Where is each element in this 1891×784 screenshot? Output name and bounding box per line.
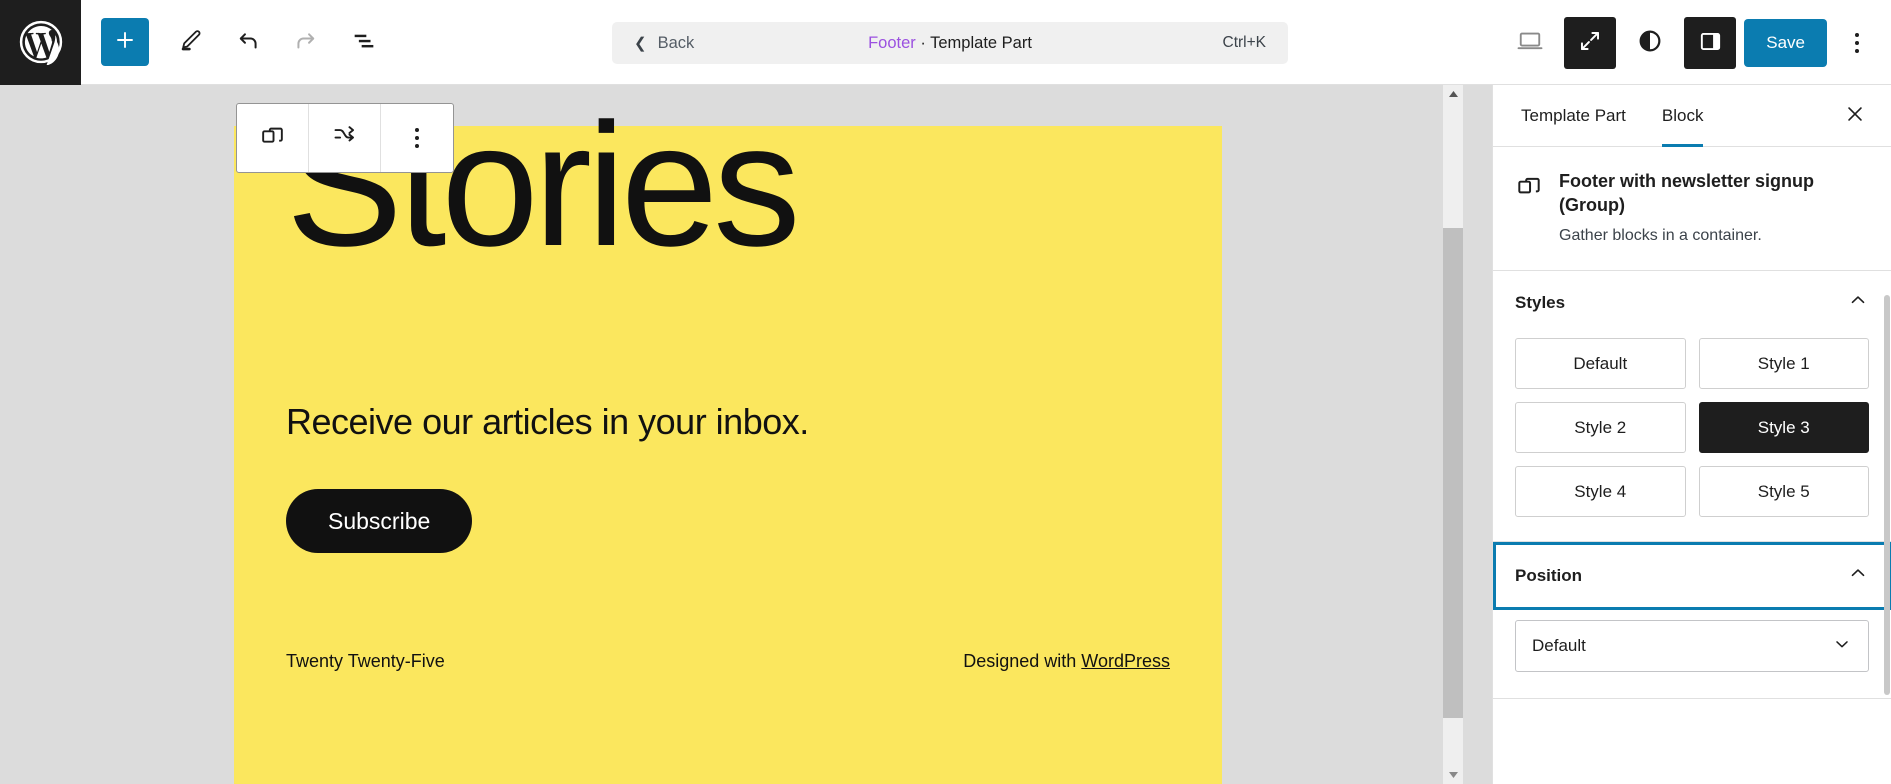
settings-sidebar-toggle[interactable] [1684,16,1737,69]
contrast-circle-icon [1636,27,1664,58]
edit-tool-button[interactable] [161,13,219,71]
scroll-up-arrow-icon[interactable] [1443,85,1463,103]
styles-panel-title: Styles [1515,292,1566,312]
header-left-tools [81,13,393,71]
expand-corners-icon [1577,28,1603,57]
back-label: Back [657,33,695,52]
style-option-style-5[interactable]: Style 5 [1698,466,1869,518]
canvas-scrollbar-thumb[interactable] [1443,228,1463,718]
command-bar-title-accent: Footer [868,33,916,52]
footer-credits-row: Twenty Twenty-Five Designed with WordPre… [286,651,1170,672]
view-device-button[interactable] [1504,17,1556,69]
command-bar-wrap: ❮ Back Footer · Template Part Ctrl+K [612,22,1288,64]
command-bar-shortcut: Ctrl+K [1222,34,1267,51]
redo-arrow-icon [292,27,320,58]
editor-canvas[interactable]: Stories Receive our articles in your inb… [0,85,1492,784]
block-card: Footer with newsletter signup (Group) Ga… [1493,147,1891,272]
group-blocks-icon [259,122,286,154]
list-view-icon [350,27,378,58]
save-button[interactable]: Save [1744,18,1827,67]
shuffle-button[interactable] [309,104,381,172]
styles-panel-header[interactable]: Styles [1493,271,1891,334]
sidebar-tabs: Template Part Block [1493,85,1891,147]
kebab-menu-icon [415,128,419,148]
style-option-style-1[interactable]: Style 1 [1698,338,1869,390]
subheading-text[interactable]: Receive our articles in your inbox. [286,401,809,443]
footer-designed-with-prefix: Designed with [963,651,1082,671]
header-right-tools: Save [1504,0,1879,85]
style-option-default[interactable]: Default [1515,338,1686,390]
wordpress-site-editor: ❮ Back Footer · Template Part Ctrl+K Sav… [0,0,1891,784]
block-options-button[interactable] [381,104,453,172]
close-icon [1844,103,1866,128]
block-type-button[interactable] [237,104,309,172]
chevron-down-icon [1832,634,1852,659]
style-option-style-2[interactable]: Style 2 [1515,402,1686,454]
close-sidebar-button[interactable] [1833,94,1877,138]
canvas-scrollbar[interactable] [1439,85,1465,784]
pencil-icon [177,27,204,57]
tab-block[interactable]: Block [1644,85,1722,147]
laptop-icon [1515,26,1545,59]
more-options-button[interactable] [1835,17,1879,69]
editor-header: ❮ Back Footer · Template Part Ctrl+K Sav… [0,0,1891,85]
chevron-up-icon[interactable] [1847,289,1869,316]
position-panel: Position [1493,542,1891,611]
tab-template-part[interactable]: Template Part [1503,85,1644,146]
command-bar-title: Footer · Template Part [612,34,1288,53]
chevron-left-icon: ❮ [634,34,647,52]
add-block-button[interactable] [101,18,149,66]
position-panel-title: Position [1515,565,1583,585]
chevron-up-icon[interactable] [1847,562,1869,589]
footer-template-part-block[interactable]: Stories Receive our articles in your inb… [234,98,1222,784]
undo-button[interactable] [219,13,277,71]
zoom-out-button[interactable] [1564,16,1617,69]
settings-sidebar: Template Part Block Footer with newslett… [1492,85,1891,784]
kebab-menu-icon [1855,32,1859,53]
wordpress-logo-icon [18,19,64,65]
list-view-button[interactable] [335,13,393,71]
wordpress-logo-button[interactable] [0,0,81,85]
block-card-description: Gather blocks in a container. [1559,226,1762,244]
shuffle-icon [331,122,358,154]
block-toolbar [236,103,454,173]
wordpress-link[interactable]: WordPress [1081,651,1170,671]
block-card-text: Footer with newsletter signup (Group) Ga… [1559,169,1869,246]
sidebar-scrollbar-thumb[interactable] [1884,295,1890,695]
undo-arrow-icon [234,27,262,58]
position-select-value: Default [1532,636,1586,656]
position-panel-header[interactable]: Position [1493,542,1891,609]
position-panel-body: Default [1493,610,1891,698]
sidebar-divider [1493,698,1891,700]
footer-designed-with: Designed with WordPress [963,651,1170,672]
command-bar[interactable]: ❮ Back Footer · Template Part Ctrl+K [612,22,1288,64]
styles-panel: Styles Default Style 1 Style 2 Style 3 S… [1493,271,1891,543]
block-card-title: Footer with newsletter signup (Group) [1559,171,1815,216]
sidebar-panel-icon [1697,28,1724,58]
command-bar-title-rest: Template Part [930,33,1032,52]
redo-button[interactable] [277,13,335,71]
style-option-style-4[interactable]: Style 4 [1515,466,1686,518]
sidebar-scrollbar[interactable] [1883,85,1891,784]
styles-grid: Default Style 1 Style 2 Style 3 Style 4 … [1493,334,1891,541]
style-option-style-3[interactable]: Style 3 [1698,402,1869,454]
position-select[interactable]: Default [1515,620,1869,673]
plus-icon [113,28,137,57]
back-button[interactable]: ❮ Back [634,34,694,53]
footer-site-title[interactable]: Twenty Twenty-Five [286,651,445,672]
scroll-down-arrow-icon[interactable] [1443,766,1463,784]
command-bar-title-separator: · [915,33,931,52]
subscribe-button[interactable]: Subscribe [286,489,473,553]
group-blocks-icon [1515,169,1543,246]
style-book-button[interactable] [1624,17,1676,69]
